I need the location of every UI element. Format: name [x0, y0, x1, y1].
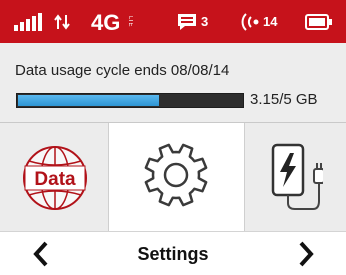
network-type-text: 4G — [91, 10, 120, 34]
usage-amount: 3.15/5 GB — [250, 91, 318, 108]
wifi-indicator[interactable]: 14 — [240, 0, 277, 43]
message-count: 3 — [201, 14, 209, 29]
message-icon — [178, 13, 196, 30]
menu-carousel: Data — [0, 123, 346, 231]
wifi-client-count: 14 — [263, 14, 278, 29]
page-title: Settings — [137, 244, 209, 264]
usage-panel[interactable]: Data usage cycle ends 08/08/14 3.15/5 GB — [0, 43, 346, 123]
wifi-broadcast-icon — [241, 12, 259, 31]
data-tile-label: Data — [34, 169, 76, 190]
settings-tile[interactable] — [109, 123, 243, 231]
message-indicator[interactable]: 3 — [176, 0, 208, 43]
usage-progress-fill — [18, 95, 159, 106]
network-sub-text: LTE — [127, 16, 133, 27]
status-bar: 4G LTE 3 14 — [0, 0, 346, 43]
charging-tile[interactable] — [244, 123, 346, 231]
data-globe-icon: Data — [23, 146, 87, 210]
next-button[interactable] — [297, 240, 315, 273]
gear-icon — [144, 143, 208, 207]
usage-progress-bar — [16, 93, 244, 108]
chevron-right-icon — [299, 241, 314, 267]
charger-icon — [271, 143, 323, 210]
battery-icon — [305, 0, 333, 43]
signal-icon — [14, 0, 44, 43]
4g-lte-icon: 4G LTE — [91, 0, 133, 43]
usage-cycle-text: Data usage cycle ends 08/08/14 — [15, 62, 230, 79]
bottom-nav: Settings — [0, 231, 346, 275]
data-arrows-icon — [54, 0, 70, 43]
data-tile[interactable]: Data — [0, 123, 109, 231]
